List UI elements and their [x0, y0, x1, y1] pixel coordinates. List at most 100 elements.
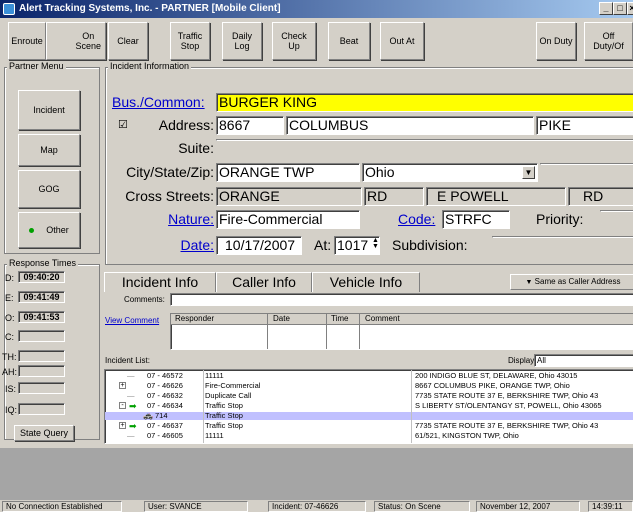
expand-icon[interactable]: +	[119, 382, 126, 389]
time-header[interactable]: Time	[331, 314, 348, 324]
tab-caller-info[interactable]: Caller Info	[216, 272, 312, 292]
expand-icon[interactable]: +	[119, 422, 126, 429]
address-type-field[interactable]: PIKE	[536, 116, 633, 135]
off-duty-button[interactable]: Off Duty/Of	[584, 22, 633, 60]
comments-field[interactable]	[170, 293, 633, 306]
other-menu-button[interactable]: Other	[18, 212, 80, 248]
address-number-field[interactable]: 8667	[216, 116, 284, 135]
incident-menu-button[interactable]: Incident	[18, 90, 80, 130]
date-field[interactable]: 10/17/2007	[216, 236, 302, 255]
cross-street-1-name: ORANGE	[216, 187, 362, 206]
th-time-field	[18, 350, 65, 362]
workspace-background	[0, 448, 633, 500]
time-spinner-icon[interactable]: ▲ ▼	[372, 237, 379, 250]
incident-address: 200 INDIGO BLUE ST, DELAWARE, Ohio 43015	[415, 371, 578, 380]
suite-field[interactable]	[216, 139, 633, 141]
chevron-down-icon[interactable]: ▼	[522, 166, 535, 179]
nature-link[interactable]: Nature:	[140, 211, 214, 228]
column-divider	[411, 370, 412, 443]
close-button[interactable]: ×	[627, 2, 633, 15]
traffic-stop-button[interactable]: Traffic Stop	[170, 22, 210, 60]
is-label: IS:	[5, 384, 17, 394]
incident-address: S LIBERTY ST/OLENTANGY ST, POWELL, Ohio …	[415, 401, 602, 410]
view-comment-link[interactable]: View Comment	[105, 316, 159, 325]
tab-incident-info[interactable]: Incident Info	[104, 272, 216, 292]
same-as-caller-button[interactable]: ▼ Same as Caller Address	[510, 274, 633, 290]
incident-nature: Traffic Stop	[205, 401, 243, 410]
code-link[interactable]: Code:	[398, 211, 435, 228]
map-menu-button[interactable]: Map	[18, 134, 80, 166]
check-up-button[interactable]: Check Up	[272, 22, 316, 60]
out-at-button[interactable]: Out At	[380, 22, 424, 60]
address-checkbox[interactable]: ☑	[118, 117, 128, 134]
d-label: D:	[5, 273, 14, 283]
user-status: User: SVANCE	[144, 501, 248, 512]
incident-number: 07 - 46605	[147, 431, 183, 440]
incident-number: 714	[155, 411, 168, 420]
cross-street-2-name: E POWELL	[426, 187, 566, 206]
on-duty-button[interactable]: On Duty	[536, 22, 576, 60]
date-status: November 12, 2007	[476, 501, 580, 512]
incident-address: 7735 STATE ROUTE 37 E, BERKSHIRE TWP, Oh…	[415, 421, 599, 430]
daily-log-button[interactable]: Daily Log	[222, 22, 262, 60]
vehicle-icon: 🚓	[143, 411, 153, 420]
collapse-icon[interactable]: -	[119, 402, 126, 409]
nature-field[interactable]: Fire-Commercial	[216, 210, 360, 229]
priority-label: Priority:	[536, 211, 584, 227]
incident-number: 07 - 46626	[147, 381, 183, 390]
iq-label: IQ:	[5, 405, 18, 415]
o-label: O:	[5, 313, 15, 323]
state-query-button[interactable]: State Query	[14, 425, 74, 441]
zip-field[interactable]	[540, 163, 633, 165]
incident-list[interactable]: — 07 - 46572 11111 200 INDIGO BLUE ST, DELA…	[104, 369, 633, 444]
date-link[interactable]: Date:	[140, 237, 214, 254]
state-select-value: Ohio	[365, 164, 395, 180]
responder-header[interactable]: Responder	[175, 314, 214, 324]
is-time-field	[18, 382, 65, 394]
display-select[interactable]: All	[534, 354, 633, 367]
title-bar[interactable]: Alert Tracking Systems, Inc. - PARTNER […	[0, 0, 633, 18]
tree-line-icon: —	[127, 431, 135, 440]
e-time-field: 09:41:49	[18, 291, 65, 303]
incident-row[interactable]: — 07 - 46605 11111 61/521, KINGSTON TWP, Oh…	[105, 432, 633, 440]
response-times-label: Response Times	[7, 258, 79, 268]
tree-line-icon: —	[127, 391, 135, 400]
tab-vehicle-info[interactable]: Vehicle Info	[312, 272, 420, 292]
clear-button[interactable]: Clear	[108, 22, 148, 60]
incident-row[interactable]: ➡ +07 - 46637 Traffic Stop 7735 STATE ROUTE…	[105, 421, 633, 431]
cross-street-2-type: RD	[568, 187, 633, 206]
subdivision-label: Subdivision:	[392, 237, 468, 253]
comment-header[interactable]: Comment	[365, 314, 400, 324]
incident-row[interactable]: — 07 - 46632 Duplicate Call 7735 STATE ROUT…	[105, 392, 633, 400]
bus-common-field[interactable]: BURGER KING	[216, 93, 633, 112]
tree-line-icon: —	[127, 371, 135, 380]
incident-list-label: Incident List:	[105, 356, 150, 365]
incident-nature: 11111	[205, 371, 224, 380]
at-label: At:	[314, 237, 332, 253]
address-street-field[interactable]: COLUMBUS	[286, 116, 534, 135]
date-header[interactable]: Date	[273, 314, 290, 324]
gog-menu-button[interactable]: GOG	[18, 170, 80, 208]
incident-row[interactable]: 🚓 714 Traffic Stop	[105, 412, 633, 420]
other-menu-label: Other	[46, 225, 69, 235]
minimize-button[interactable]: _	[599, 2, 613, 15]
maximize-button[interactable]: □	[613, 2, 627, 15]
enroute-button[interactable]: Enroute	[8, 22, 46, 60]
c-label: C:	[5, 332, 14, 342]
incident-row[interactable]: ➡ - 07 - 46634 Traffic Stop S LIBERTY ST/OLE…	[105, 401, 633, 411]
comment-table[interactable]: Responder Date Time Comment	[170, 313, 633, 350]
on-scene-button[interactable]: On Scene	[46, 22, 106, 60]
code-field[interactable]: STRFC	[442, 210, 510, 229]
bus-common-link[interactable]: Bus./Common:	[112, 94, 205, 111]
status-dot-icon	[29, 227, 35, 233]
state-select[interactable]: Ohio ▼	[362, 163, 538, 182]
beat-button[interactable]: Beat	[328, 22, 370, 60]
incident-row[interactable]: +07 - 46626 Fire-Commercial 8667 COLUMBUS …	[105, 382, 633, 390]
incident-row[interactable]: — 07 - 46572 11111 200 INDIGO BLUE ST, DELA…	[105, 372, 633, 380]
iq-time-field	[18, 403, 65, 415]
green-arrow-icon: ➡	[129, 401, 137, 411]
c-time-field	[18, 330, 65, 342]
time-status: 14:39:11	[588, 501, 633, 512]
priority-field[interactable]	[600, 210, 633, 212]
city-field[interactable]: ORANGE TWP	[216, 163, 360, 182]
